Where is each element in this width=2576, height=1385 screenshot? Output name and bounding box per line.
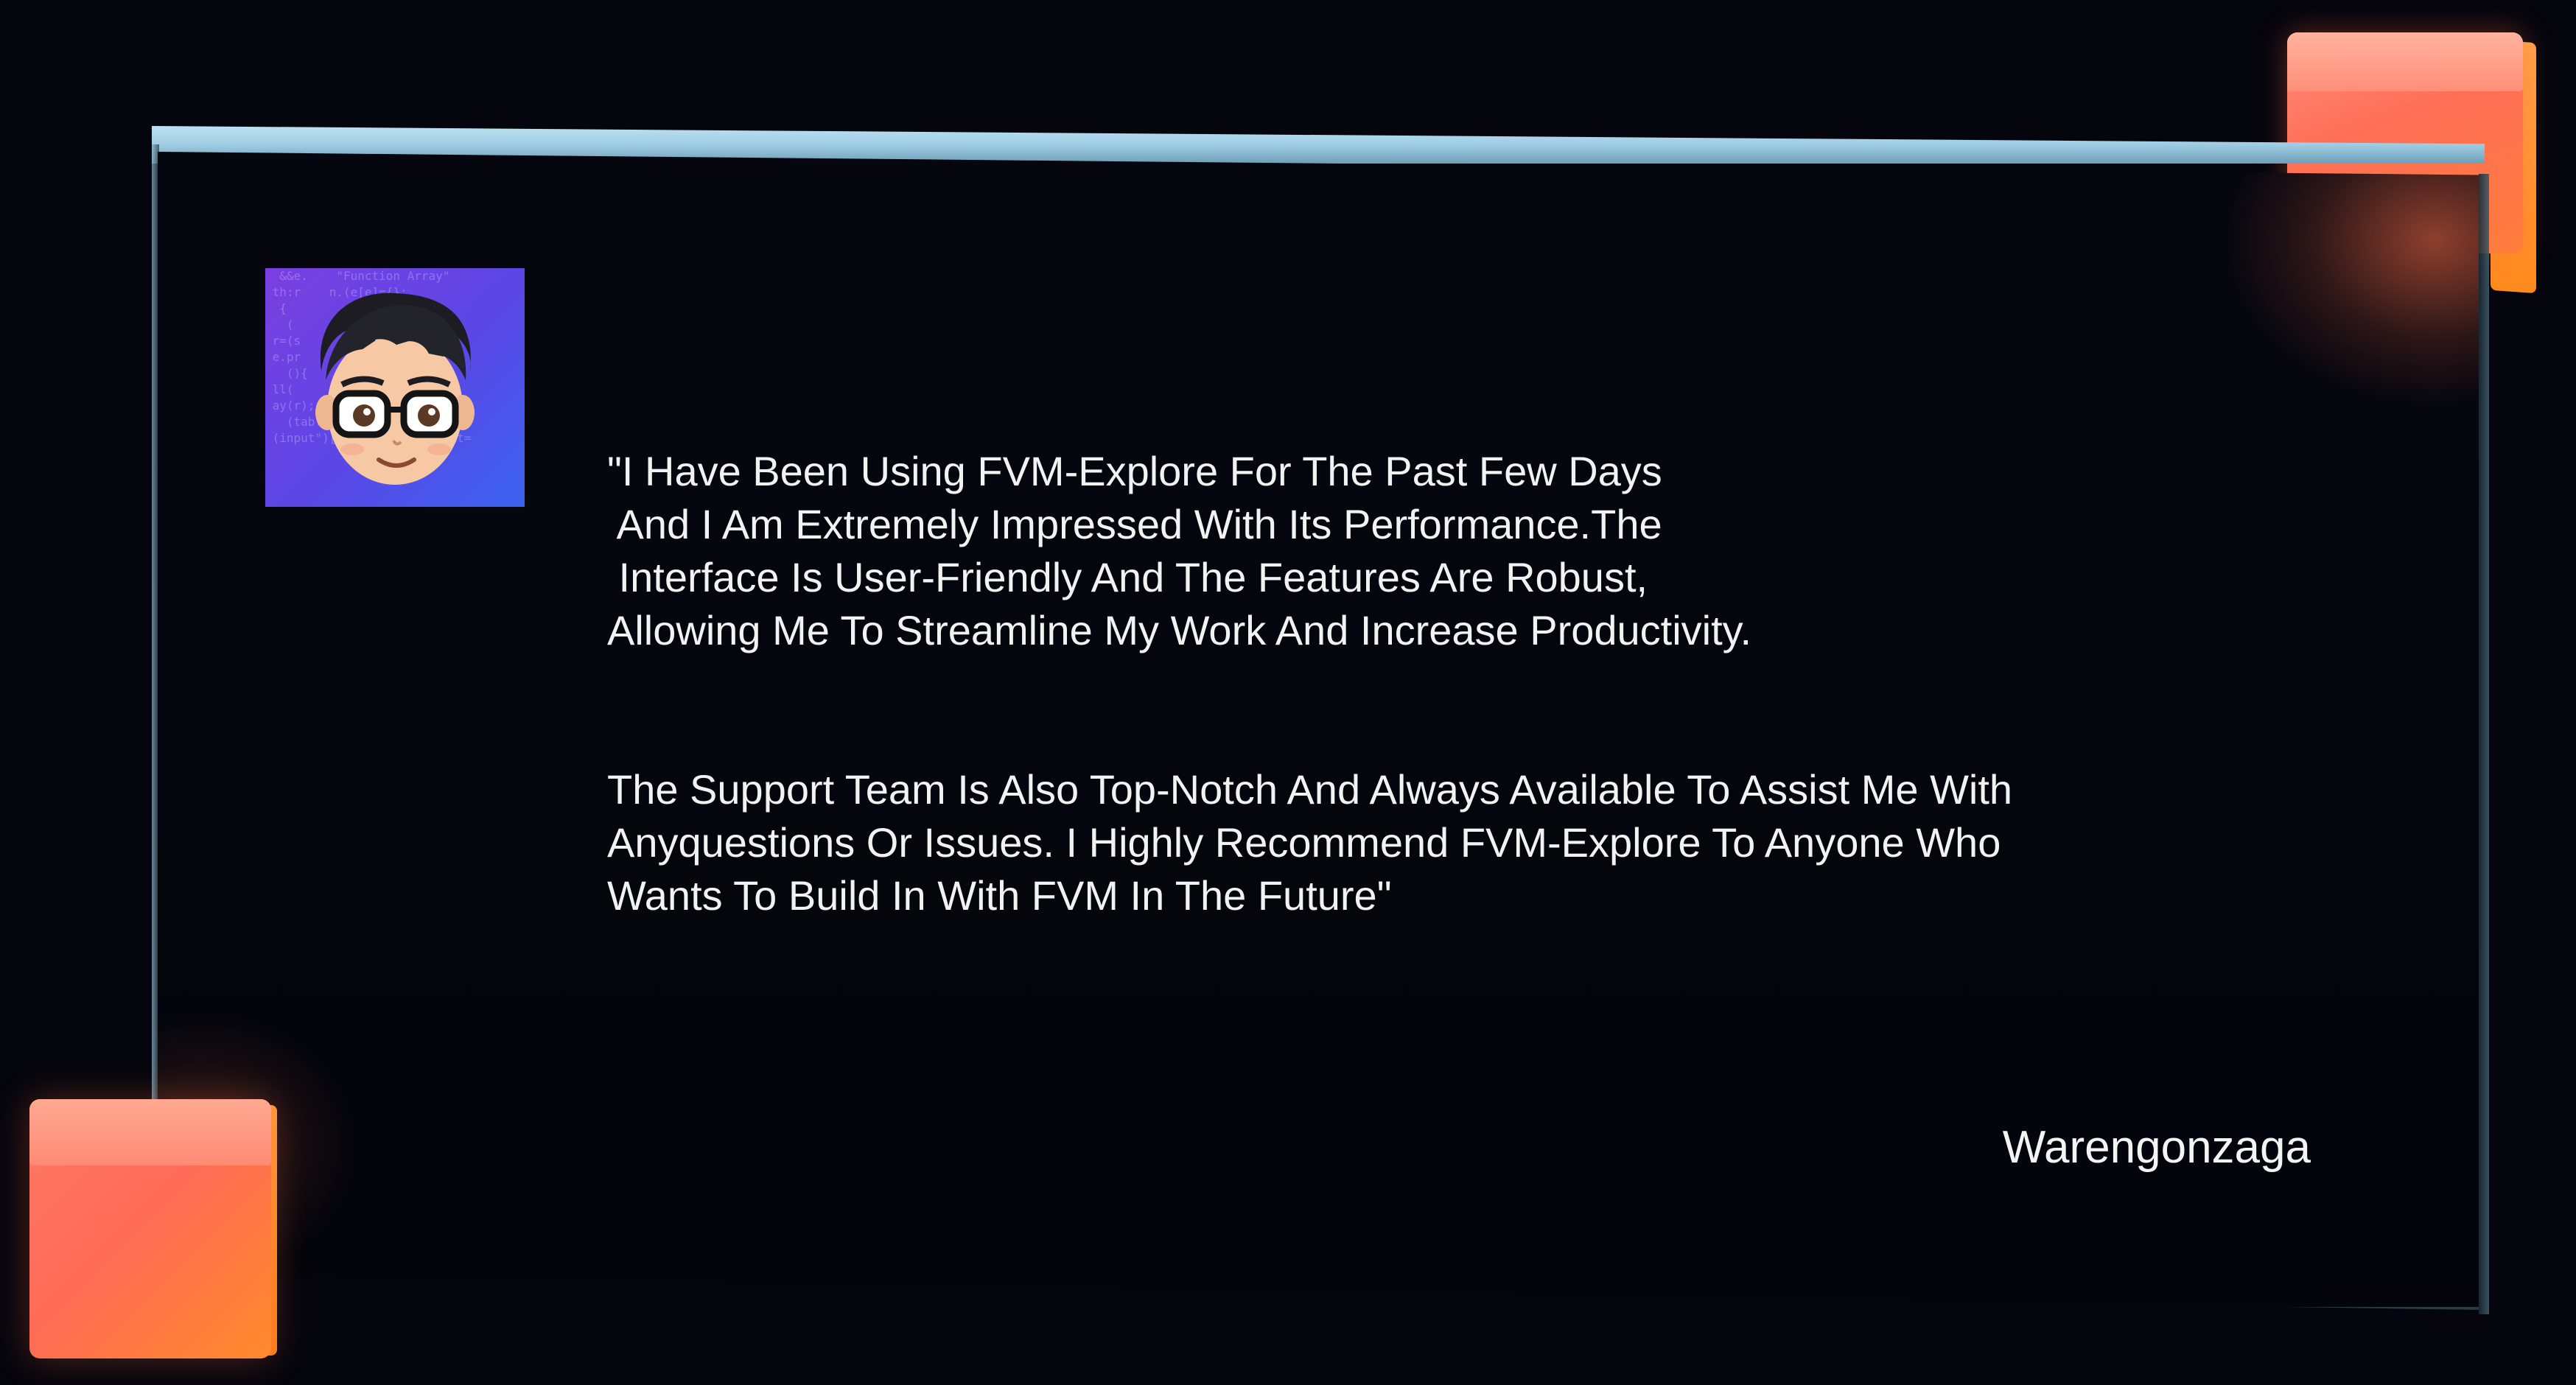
decorative-cube-top-right-face	[2287, 32, 2523, 91]
testimonial-section: &&e. "Function Array" th:r n.(e[e]={}; {…	[0, 0, 2576, 1385]
testimonial-quote-paragraph-1: "I Have Been Using FVM-Explore For The P…	[607, 448, 1752, 653]
decorative-cube-bottom-left-face	[29, 1099, 271, 1165]
cartoon-avatar-icon	[315, 292, 475, 485]
testimonial-quote-paragraph-2: The Support Team Is Also Top-Notch And A…	[607, 766, 2013, 919]
author-avatar: &&e. "Function Array" th:r n.(e[e]={}; {…	[265, 268, 525, 507]
testimonial-author-name: Warengonzaga	[2002, 1122, 2311, 1173]
card-rim-right	[2479, 174, 2489, 1314]
